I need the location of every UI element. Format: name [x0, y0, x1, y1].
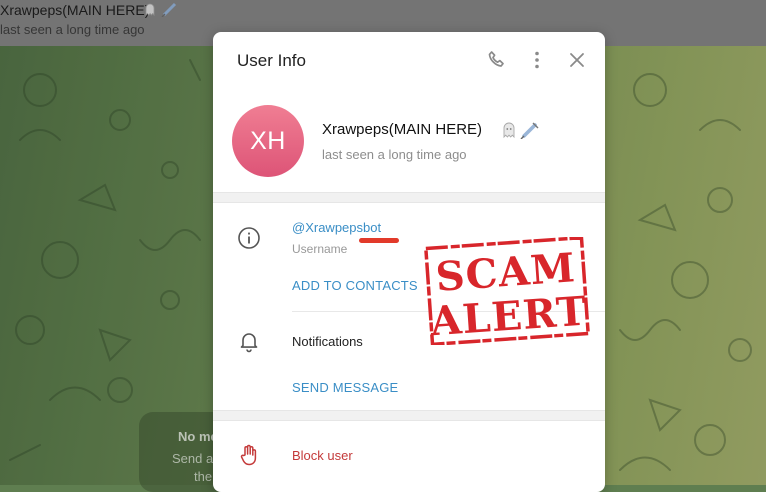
block-user-button[interactable]: Block user	[292, 448, 353, 463]
profile-name: Xrawpeps(MAIN HERE)	[322, 121, 483, 138]
avatar[interactable]: XH	[232, 105, 304, 177]
ghost-icon	[501, 121, 517, 144]
stamp-line-2: ALERT	[428, 288, 589, 345]
hand-stop-icon	[237, 443, 261, 467]
username-label: Username	[292, 242, 348, 256]
close-icon[interactable]	[565, 48, 589, 72]
section-separator	[213, 192, 605, 203]
bell-icon	[237, 329, 261, 353]
username-highlight-mark	[359, 238, 399, 243]
phone-icon[interactable]	[485, 48, 509, 72]
info-icon	[237, 226, 261, 250]
syringe-icon	[520, 121, 540, 144]
add-to-contacts-button[interactable]: ADD TO CONTACTS	[292, 278, 418, 293]
more-vertical-icon[interactable]	[525, 48, 549, 72]
profile-status: last seen a long time ago	[322, 147, 467, 162]
username-value[interactable]: @Xrawpepsbot	[292, 220, 381, 235]
notifications-label: Notifications	[292, 334, 363, 349]
section-separator	[213, 410, 605, 421]
scam-alert-stamp: SCAM ALERT	[424, 237, 590, 345]
dialog-title: User Info	[237, 51, 306, 70]
send-message-button[interactable]: SEND MESSAGE	[292, 380, 398, 395]
